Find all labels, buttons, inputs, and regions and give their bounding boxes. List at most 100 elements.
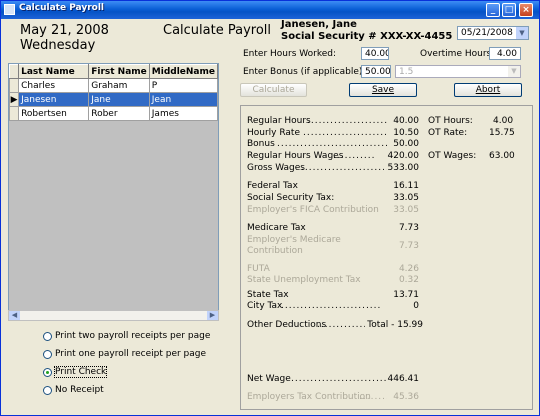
cell-middle-name[interactable]: James <box>148 106 218 121</box>
table-row-selected[interactable]: ▶ Janesen Jane Jean <box>9 92 218 107</box>
radio-circle-selected[interactable] <box>43 367 52 377</box>
column-middle-name[interactable]: MiddleName <box>148 64 218 79</box>
bonus-label: Enter Bonus (if applicable) <box>243 67 363 77</box>
app-icon <box>4 4 15 15</box>
hours-worked-input[interactable]: 40.00 <box>361 47 389 60</box>
current-weekday: Wednesday <box>20 38 96 53</box>
employer-tax-label: Employers Tax Contribution <box>247 392 371 402</box>
employee-grid[interactable]: Last Name First Name MiddleName Charles … <box>8 63 219 321</box>
scroll-left-icon[interactable]: ◀ <box>9 311 20 320</box>
radio-label[interactable]: Print Check <box>53 366 108 378</box>
employer-medicare-row-2: Contribution 7.73 <box>247 241 419 257</box>
radio-one-receipt[interactable]: Print one payroll receipt per page <box>43 349 206 361</box>
maximize-button[interactable]: □ <box>502 3 516 17</box>
overtime-hours-input[interactable]: 4.00 <box>489 47 521 60</box>
table-row[interactable]: Charles Graham P <box>9 78 218 93</box>
hourly-rate-row: Hourly Rate...........................10… <box>247 128 419 138</box>
scroll-right-icon[interactable]: ▶ <box>207 311 218 320</box>
regular-hours-label: Regular Hours <box>247 116 311 126</box>
employee-name: Janesen, Jane <box>281 19 357 30</box>
cell-first-name[interactable]: Graham <box>88 78 150 93</box>
overtime-hours-label: Overtime Hours: <box>420 49 495 59</box>
date-picker-value: 05/21/2008 <box>461 28 513 38</box>
state-tax-value: 13.71 <box>393 290 419 300</box>
minimize-button[interactable]: _ <box>486 3 500 17</box>
page-title: Calculate Payroll <box>163 23 271 38</box>
cell-first-name[interactable]: Jane <box>88 92 150 107</box>
regular-wages-value: 420.00 <box>387 151 420 161</box>
column-last-name[interactable]: Last Name <box>18 64 90 79</box>
city-tax-row: City Tax................................… <box>247 301 419 311</box>
regular-hours-row: Regular Hours...........................… <box>247 116 419 126</box>
radio-two-receipts[interactable]: Print two payroll receipts per page <box>43 331 210 343</box>
gross-wages-value: 533.00 <box>387 163 420 173</box>
payroll-summary-panel: Regular Hours...........................… <box>240 105 533 410</box>
calculate-button[interactable]: Calculate <box>240 83 307 97</box>
social-security-row: Social Security Tax: 33.05 <box>247 193 419 204</box>
radio-label[interactable]: No Receipt <box>55 385 104 395</box>
bonus-summary-label: Bonus <box>247 139 275 149</box>
futa-label: FUTA <box>247 264 270 274</box>
radio-no-receipt[interactable]: No Receipt <box>43 385 104 397</box>
radio-circle[interactable] <box>43 385 52 395</box>
employer-tax-value: 45.36 <box>393 392 419 402</box>
employer-medicare-label-2: Contribution <box>247 246 303 256</box>
other-deductions-label: Other Deductions <box>247 320 327 330</box>
net-wage-value: 446.41 <box>387 374 420 384</box>
abort-button[interactable]: Abort <box>454 83 522 97</box>
save-button[interactable]: Save <box>349 83 417 97</box>
date-picker[interactable]: 05/21/2008 ▼ <box>457 26 529 40</box>
futa-row: FUTA 4.26 <box>247 264 419 275</box>
cell-last-name[interactable]: Janesen <box>18 92 90 107</box>
radio-print-check[interactable]: Print Check <box>43 366 108 379</box>
federal-tax-row: Federal Tax 16.11 <box>247 181 419 192</box>
city-tax-label: City Tax <box>247 301 283 311</box>
radio-circle[interactable] <box>43 331 52 341</box>
employer-medicare-row: Employer's Medicare <box>247 235 419 246</box>
medicare-label: Medicare Tax <box>247 223 306 233</box>
column-first-name[interactable]: First Name <box>88 64 150 79</box>
cell-middle-name[interactable]: Jean <box>148 92 218 107</box>
grid-horizontal-scrollbar[interactable]: ◀ ▶ <box>8 310 219 321</box>
cell-middle-name[interactable]: P <box>148 78 218 93</box>
employer-medicare-value: 7.73 <box>398 241 419 251</box>
hourly-rate-label: Hourly Rate <box>247 128 301 138</box>
medicare-value: 7.73 <box>398 223 419 233</box>
cell-first-name[interactable]: Rober <box>88 106 150 121</box>
chevron-down-icon[interactable]: ▼ <box>516 27 528 39</box>
current-date: May 21, 2008 <box>20 23 109 38</box>
state-tax-label: State Tax <box>247 290 289 300</box>
title-bar[interactable]: Calculate Payroll _ □ × <box>1 1 539 19</box>
bonus-input[interactable]: 50.00 <box>361 65 391 78</box>
table-row[interactable]: Robertsen Rober James <box>9 106 218 121</box>
row-indicator[interactable] <box>9 78 20 93</box>
futa-value: 4.26 <box>398 264 419 274</box>
federal-tax-value: 16.11 <box>393 181 419 191</box>
row-pointer-icon[interactable]: ▶ <box>9 92 20 107</box>
cell-last-name[interactable]: Charles <box>18 78 90 93</box>
hourly-rate-value: 10.50 <box>393 128 419 138</box>
cell-last-name[interactable]: Robertsen <box>18 106 90 121</box>
row-indicator[interactable] <box>9 106 20 121</box>
radio-label[interactable]: Print two payroll receipts per page <box>55 331 210 341</box>
state-unemployment-row: State Unemployment Tax 0.32 <box>247 275 419 286</box>
employer-fica-value: 33.05 <box>393 205 419 215</box>
employer-fica-row: Employer's FICA Contribution 33.05 <box>247 205 419 216</box>
regular-wages-label: Regular Hours Wages <box>247 151 344 161</box>
other-deductions-row: Other Deductions...............Total - 1… <box>247 320 423 330</box>
close-button[interactable]: × <box>519 3 533 17</box>
state-unemployment-value: 0.32 <box>398 275 419 285</box>
radio-circle[interactable] <box>43 349 52 359</box>
regular-wages-row: Regular Hours Wages........... 420.00 <box>247 151 420 161</box>
bonus-row: Bonus...................................… <box>247 139 419 149</box>
payroll-window: Calculate Payroll _ □ × May 21, 2008 Wed… <box>0 0 540 416</box>
other-deductions-value: Total - 15.99 <box>367 320 423 330</box>
rate-multiplier-select[interactable]: 1.5 ▼ <box>395 65 521 78</box>
regular-hours-value: 40.00 <box>393 116 419 126</box>
rate-multiplier-value: 1.5 <box>399 67 414 77</box>
window-title: Calculate Payroll <box>19 3 105 13</box>
ot-rate-label: OT Rate: <box>428 128 468 138</box>
social-security-label: Social Security Tax: <box>247 193 335 203</box>
radio-label[interactable]: Print one payroll receipt per page <box>55 349 206 359</box>
chevron-down-icon[interactable]: ▼ <box>508 66 520 77</box>
